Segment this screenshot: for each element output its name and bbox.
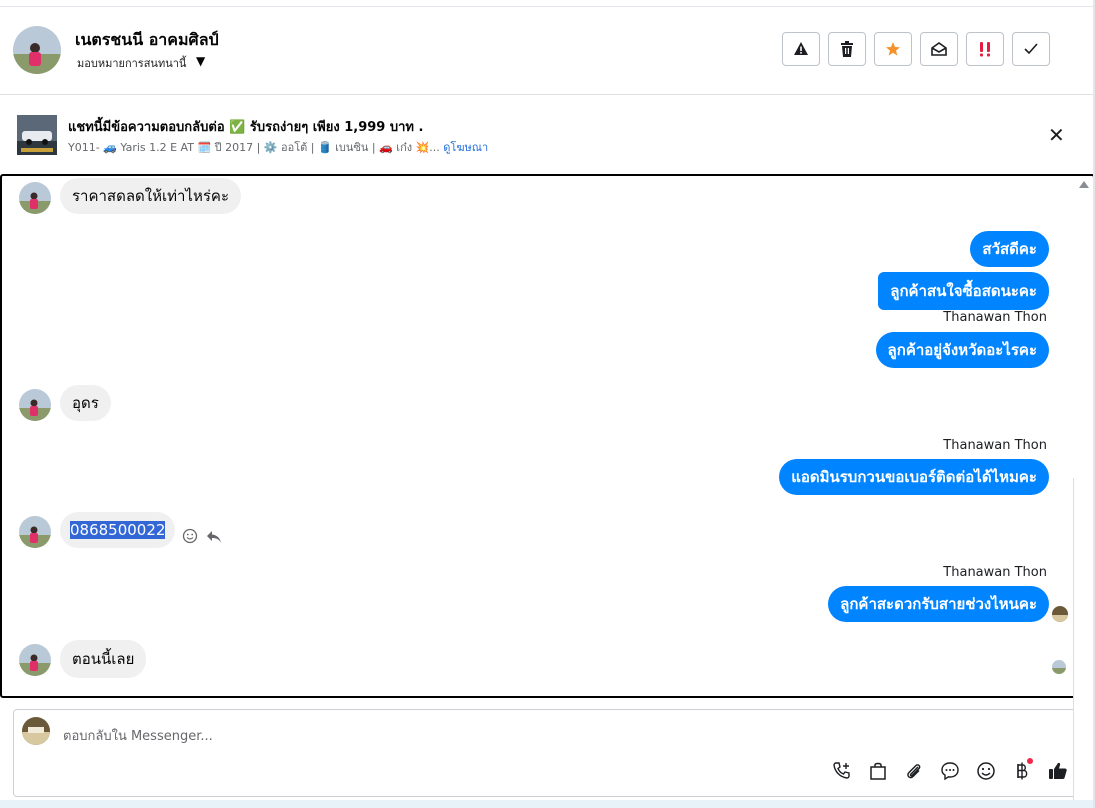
paperclip-icon[interactable] xyxy=(901,758,927,784)
emoji-icon[interactable] xyxy=(973,758,999,784)
delete-button[interactable] xyxy=(828,32,866,66)
message-bubble[interactable]: ลูกค้าสนใจซื้อสดนะคะ xyxy=(878,272,1049,310)
message-bubble[interactable]: 0868500022 xyxy=(60,512,176,548)
star-icon xyxy=(886,42,900,56)
page-avatar xyxy=(22,717,50,745)
message-thread[interactable]: ราคาสดลดให้เท่าไหร่คะ สวัสดีคะ ลูกค้าสนใ… xyxy=(0,174,1095,698)
selected-phone-number[interactable]: 0868500022 xyxy=(70,521,166,539)
contact-name[interactable]: เนตรชนนี อาคมศิลป์ xyxy=(75,28,219,53)
notification-dot xyxy=(1027,758,1033,764)
message-bubble[interactable]: อุดร xyxy=(60,385,111,421)
bottom-strip xyxy=(0,800,1095,808)
message-bubble[interactable]: ตอนนี้เลย xyxy=(60,640,147,678)
saved-reply-icon[interactable] xyxy=(937,758,963,784)
message-bubble[interactable]: แอดมินรบกวนขอเบอร์ติดต่อได้ไหมคะ xyxy=(779,459,1049,495)
message-bubble[interactable]: สวัสดีคะ xyxy=(970,231,1049,267)
ad-thumbnail[interactable] xyxy=(17,115,57,155)
message-bubble[interactable]: ลูกค้าสะดวกรับสายช่วงไหนคะ xyxy=(828,586,1049,622)
follow-up-icon xyxy=(980,42,990,57)
follow-up-button[interactable] xyxy=(966,32,1004,66)
message-bubble[interactable]: ลูกค้าอยู่จังหวัดอะไรคะ xyxy=(875,332,1049,368)
thumbs-up-icon[interactable] xyxy=(1045,758,1071,784)
spam-button[interactable] xyxy=(782,32,820,66)
mark-unread-button[interactable] xyxy=(920,32,958,66)
conversation-actions xyxy=(782,32,1050,66)
seen-avatar xyxy=(1052,606,1068,622)
assign-conversation-label[interactable]: มอบหมายการสนทนานี้ xyxy=(77,54,186,72)
sender-name: Thanawan Thon xyxy=(943,438,1047,453)
star-button[interactable] xyxy=(874,32,912,66)
sender-avatar xyxy=(19,516,51,548)
view-ad-link[interactable]: ดูโฆษณา xyxy=(443,141,488,154)
reply-composer[interactable]: ตอบกลับใน Messenger... xyxy=(13,709,1078,797)
bag-icon[interactable] xyxy=(865,758,891,784)
scroll-up-arrow[interactable] xyxy=(1079,181,1089,188)
reply-input[interactable]: ตอบกลับใน Messenger... xyxy=(63,725,213,746)
phone-plus-icon[interactable] xyxy=(829,758,855,784)
trash-icon xyxy=(841,41,853,57)
message-bubble[interactable]: ราคาสดลดให้เท่าไหร่คะ xyxy=(60,178,241,214)
chevron-down-icon[interactable]: ▼ xyxy=(196,54,205,68)
sender-name: Thanawan Thon xyxy=(943,310,1047,325)
done-icon xyxy=(1024,43,1038,55)
conversation-header: เนตรชนนี อาคมศิลป์ มอบหมายการสนทนานี้ ▼ xyxy=(0,6,1093,95)
sender-avatar xyxy=(19,389,51,421)
ad-description: Y011- 🚙 Yaris 1.2 E AT 🗓️ ปี 2017 | ⚙️ อ… xyxy=(68,141,440,154)
ad-title: แชทนี้มีข้อความตอบกลับต่อ ✅ รับรถง่ายๆ เ… xyxy=(68,120,424,135)
sender-avatar xyxy=(19,182,51,214)
ad-context-bar: แชทนี้มีข้อความตอบกลับต่อ ✅ รับรถง่ายๆ เ… xyxy=(0,95,1093,175)
mark-unread-icon xyxy=(931,42,947,56)
sender-avatar xyxy=(19,644,51,676)
baht-icon[interactable] xyxy=(1009,758,1035,784)
seen-avatar xyxy=(1052,660,1066,674)
side-panel-edge xyxy=(1073,478,1095,808)
mark-done-button[interactable] xyxy=(1012,32,1050,66)
react-emoji-icon[interactable] xyxy=(182,528,198,548)
sender-name: Thanawan Thon xyxy=(943,565,1047,580)
contact-avatar[interactable] xyxy=(13,26,61,74)
composer-toolbar xyxy=(829,758,1071,784)
spam-icon xyxy=(794,42,808,55)
reply-icon[interactable] xyxy=(206,529,222,548)
close-icon[interactable]: ✕ xyxy=(1048,125,1065,145)
ad-subtitle: Y011- 🚙 Yaris 1.2 E AT 🗓️ ปี 2017 | ⚙️ อ… xyxy=(68,138,488,156)
